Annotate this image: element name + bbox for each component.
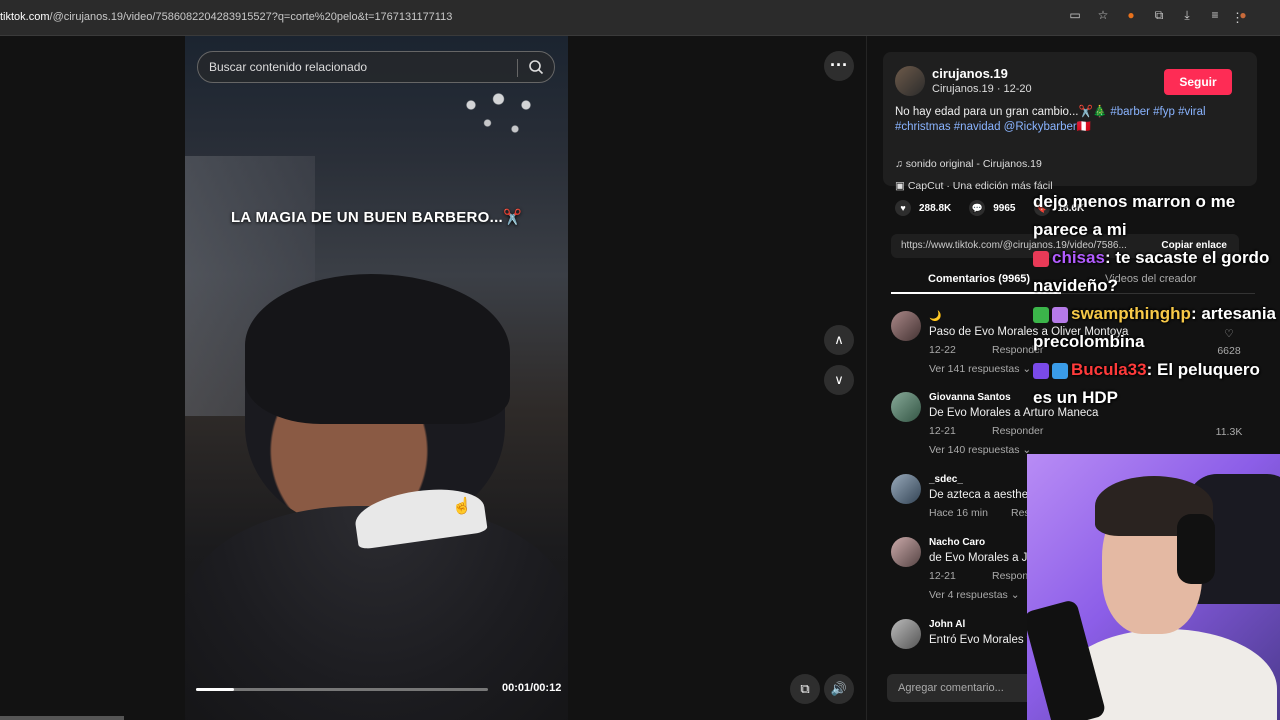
view-replies-button[interactable]: Ver 141 respuestas ⌄ <box>929 363 1031 375</box>
comment-date: Hace 16 min <box>929 507 988 519</box>
chat-text: parece a mi <box>1033 220 1127 239</box>
capcut-label: CapCut · Una edición más fácil <box>907 180 1053 192</box>
star-icon[interactable]: ☆ <box>1096 8 1110 22</box>
commenter-avatar[interactable] <box>891 537 921 567</box>
video-frame-hair <box>245 274 510 424</box>
sound-link[interactable]: ♫ sonido original - Cirujanos.19 <box>895 158 1042 170</box>
badge-icon <box>1052 306 1068 323</box>
add-comment-placeholder: Agregar comentario... <box>898 682 1004 694</box>
comment-text: de Evo Morales a J <box>929 552 1028 564</box>
commenter-name[interactable]: Nacho Caro <box>929 537 985 548</box>
commenter-avatar[interactable] <box>891 392 921 422</box>
view-replies-button[interactable]: Ver 140 respuestas ⌄ <box>929 444 1031 456</box>
gift-badge-icon <box>1052 362 1068 379</box>
video-frame-lights <box>438 81 548 141</box>
commenter-avatar[interactable] <box>891 474 921 504</box>
likes-count: 288.8K <box>919 202 952 214</box>
puzzle-icon[interactable]: ⧉ <box>1152 8 1166 22</box>
taskbar-strip <box>0 716 124 720</box>
download-icon[interactable]: ⤓ <box>1180 8 1194 22</box>
video-time: 00:01/00:12 <box>502 682 562 694</box>
chat-message: dejo menos marron o me parece a mi <box>1033 188 1280 244</box>
follow-button[interactable]: Seguir <box>1164 69 1232 95</box>
search-placeholder: Buscar contenido relacionado <box>209 60 368 74</box>
commenter-name[interactable]: John Al <box>929 619 965 630</box>
post-description-text: No hay edad para un gran cambio...✂️🎄 <box>895 106 1111 118</box>
chat-username: swampthinghp <box>1071 304 1191 323</box>
mouse-cursor-icon: ☝ <box>452 498 472 515</box>
comment-date: 12-22 <box>929 344 956 356</box>
comment-icon[interactable]: 💬 <box>969 200 986 216</box>
media-icon[interactable]: ≡ <box>1208 8 1222 22</box>
comment-like-count: 11.3K <box>1215 426 1243 438</box>
author-subtitle: Cirujanos.19 · 12-20 <box>932 83 1032 95</box>
comment-date: 12-21 <box>929 425 956 437</box>
more-options-button[interactable]: ··· <box>824 51 854 81</box>
post-description: No hay edad para un gran cambio...✂️🎄 #b… <box>895 105 1225 135</box>
chat-message: chisas: te sacaste el gordo navideño? <box>1033 244 1280 300</box>
search-divider <box>517 59 518 77</box>
next-video-button[interactable]: ∨ <box>824 365 854 395</box>
capcut-link[interactable]: ▣ CapCut · Una edición más fácil <box>895 180 1053 192</box>
commenter-avatar[interactable] <box>891 311 921 341</box>
stream-chat-overlay: dejo menos marron o me parece a mi chisas… <box>1033 188 1280 412</box>
video-progress-bar[interactable] <box>196 688 488 691</box>
commenter-name[interactable]: Giovanna Santos <box>929 392 1011 403</box>
commenter-name[interactable]: 🌙 <box>929 311 941 322</box>
badge-icon <box>1033 362 1049 379</box>
author-username[interactable]: cirujanos.19 <box>932 66 1008 81</box>
comments-count: 9965 <box>993 202 1016 214</box>
capcut-icon: ▣ <box>895 180 908 192</box>
comment-date: 12-21 <box>929 570 956 582</box>
post-card: cirujanos.19 Cirujanos.19 · 12-20 Seguir… <box>883 52 1257 192</box>
view-replies-button[interactable]: Ver 4 respuestas ⌄ <box>929 589 1020 601</box>
chat-message: Bucula33: El peluquero es un HDP <box>1033 356 1280 412</box>
browser-action-icons: ▭ ☆ ● ⧉ ⤓ ≡ ● <box>1068 8 1250 22</box>
music-icon: ♫ <box>895 158 906 170</box>
comment-text: De azteca a aesthe <box>929 489 1029 501</box>
chat-text: dejo menos marron o me <box>1033 192 1236 211</box>
url-path: /@cirujanos.19/video/7586082204283915527… <box>49 11 453 23</box>
commenter-name[interactable]: _sdec_ <box>929 474 963 485</box>
browser-toolbar: tiktok.com/@cirujanos.19/video/758608220… <box>0 0 1280 36</box>
tab-comments[interactable]: Comentarios (9965) <box>928 273 1030 285</box>
video-player[interactable]: LA MAGIA DE UN BUEN BARBERO...✂️ Buscar … <box>185 36 568 720</box>
check-badge-icon <box>1033 306 1049 323</box>
chat-username: chisas <box>1052 248 1105 267</box>
heart-icon[interactable]: ♥ <box>895 200 911 216</box>
reply-button[interactable]: Responder <box>992 425 1043 437</box>
url-host: tiktok.com <box>0 11 50 23</box>
chat-message: swampthinghp: artesania precolombina <box>1033 300 1280 356</box>
extension-icon[interactable]: ● <box>1124 8 1138 22</box>
comment-text: Entró Evo Morales y <box>929 634 1033 646</box>
related-search-input[interactable]: Buscar contenido relacionado <box>197 51 555 83</box>
headset-icon <box>1177 514 1215 584</box>
video-progress-fill <box>196 688 234 691</box>
badge-icon <box>1033 250 1049 267</box>
previous-video-button[interactable]: ∧ <box>824 325 854 355</box>
commenter-avatar[interactable] <box>891 619 921 649</box>
streamer-webcam <box>1027 454 1280 720</box>
pip-button[interactable]: ⧉ <box>790 674 820 704</box>
sound-label: sonido original - Cirujanos.19 <box>905 158 1042 170</box>
address-bar[interactable]: tiktok.com/@cirujanos.19/video/758608220… <box>0 11 452 23</box>
chat-username: Bucula33 <box>1071 360 1147 379</box>
cast-icon[interactable]: ▭ <box>1068 8 1082 22</box>
browser-menu-icon[interactable]: ⋮ <box>1231 10 1244 26</box>
volume-button[interactable]: 🔊 <box>824 674 854 704</box>
author-avatar[interactable] <box>895 66 925 96</box>
search-icon[interactable] <box>528 59 544 75</box>
video-caption: LA MAGIA DE UN BUEN BARBERO...✂️ <box>230 209 523 226</box>
